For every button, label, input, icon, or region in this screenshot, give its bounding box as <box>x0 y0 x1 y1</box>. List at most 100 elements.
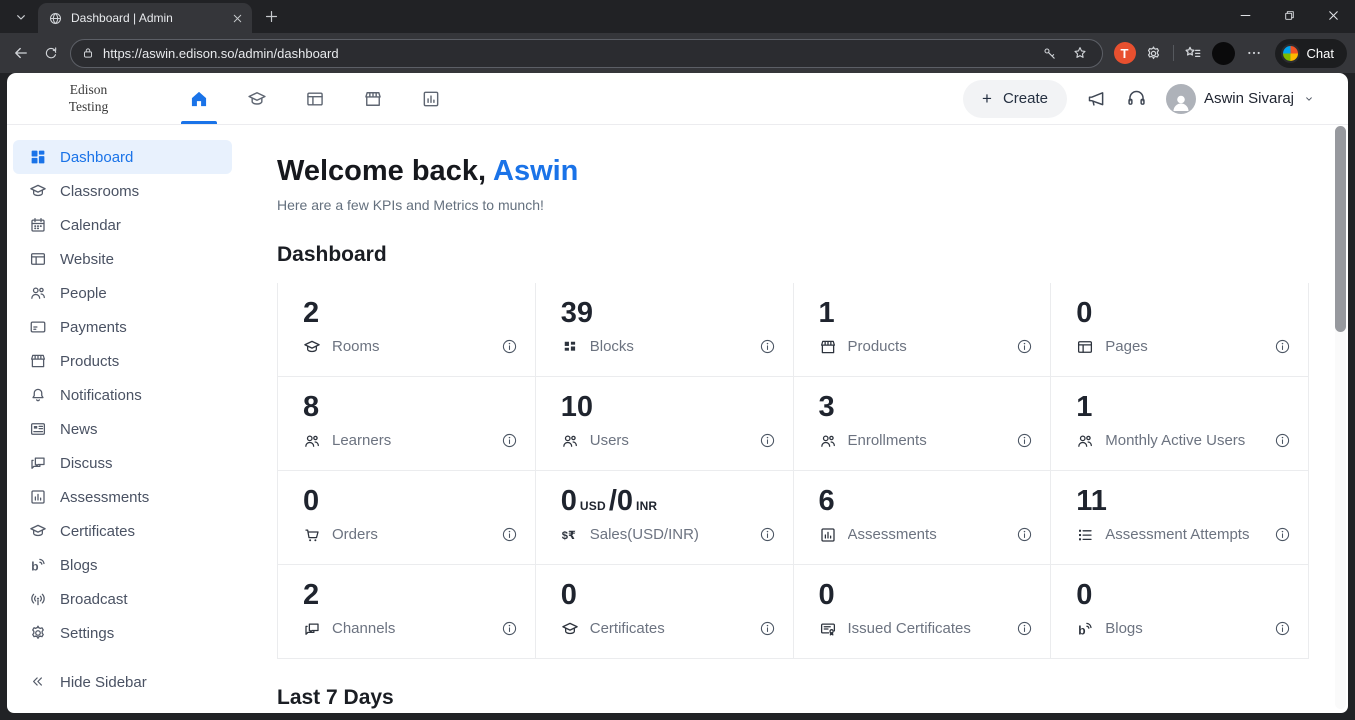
info-icon[interactable] <box>1016 338 1033 355</box>
storefront-icon <box>819 338 837 356</box>
scrollbar-thumb[interactable] <box>1335 126 1346 332</box>
logo-line-2: Testing <box>68 98 109 114</box>
kpi-value-number: 8 <box>303 391 320 423</box>
sidebar-item-website[interactable]: Website <box>13 242 232 276</box>
favorite-star-button[interactable] <box>1068 41 1092 65</box>
kpi-meta: Channels <box>303 620 518 638</box>
sidebar-item-classrooms[interactable]: Classrooms <box>13 174 232 208</box>
address-bar[interactable]: https://aswin.edison.so/admin/dashboard <box>70 38 1103 68</box>
kpi-card-sales-usd-inr: 0 USD / 0 INR $₹ Sales(USD/INR) <box>535 471 794 565</box>
sidebar-item-blogs[interactable]: b Blogs <box>13 548 232 582</box>
kpi-label: Blogs <box>1105 620 1143 638</box>
page-scrollbar[interactable] <box>1335 126 1346 709</box>
sidebar-item-broadcast[interactable]: Broadcast <box>13 582 232 616</box>
kpi-value-number: 0 <box>303 485 320 517</box>
favorites-bar-button[interactable] <box>1178 38 1208 68</box>
graduation-cap-icon <box>303 338 321 356</box>
key-icon <box>1042 46 1057 61</box>
graduation-cap-icon <box>29 182 47 200</box>
headset-icon[interactable] <box>1126 88 1147 109</box>
create-button[interactable]: + Create <box>963 79 1067 118</box>
info-icon[interactable] <box>1274 338 1291 355</box>
refresh-button[interactable] <box>36 38 66 68</box>
sidebar-item-calendar[interactable]: Calendar <box>13 208 232 242</box>
sidebar-item-discuss[interactable]: Discuss <box>13 446 232 480</box>
people-icon <box>303 432 321 450</box>
kpi-label: Orders <box>332 526 378 544</box>
kpi-meta: Users <box>561 432 776 450</box>
kpi-meta: Blocks <box>561 338 776 356</box>
kpi-card-monthly-active-users: 1 Monthly Active Users <box>1051 377 1309 471</box>
kpi-card-certificates: 0 Certificates <box>535 565 794 659</box>
blog-icon: b <box>1076 620 1094 638</box>
browser-profile-avatar[interactable] <box>1211 41 1235 65</box>
nav-store[interactable] <box>344 73 402 124</box>
info-icon[interactable] <box>1274 432 1291 449</box>
blocks-icon <box>561 338 579 356</box>
extension-t-button[interactable]: T <box>1113 42 1136 64</box>
tab-search-button[interactable] <box>6 2 36 32</box>
info-icon[interactable] <box>501 338 518 355</box>
hide-sidebar-button[interactable]: Hide Sidebar <box>13 665 232 699</box>
info-icon[interactable] <box>759 338 776 355</box>
nav-website[interactable] <box>286 73 344 124</box>
sidebar-item-dashboard[interactable]: Dashboard <box>13 140 232 174</box>
new-tab-button[interactable] <box>256 2 286 32</box>
close-button[interactable] <box>1311 0 1355 31</box>
kpi-value-number: 0 <box>1076 297 1093 329</box>
sidebar-item-assessments[interactable]: Assessments <box>13 480 232 514</box>
kpi-value-number: 11 <box>1076 485 1107 517</box>
kpi-card-assessments: 6 Assessments <box>793 471 1052 565</box>
extensions-button[interactable] <box>1139 38 1169 68</box>
info-icon[interactable] <box>1274 620 1291 637</box>
info-icon[interactable] <box>759 620 776 637</box>
window-controls <box>1223 0 1355 31</box>
people-icon <box>1076 432 1094 450</box>
kpi-label: Assessment Attempts <box>1105 526 1250 544</box>
info-icon[interactable] <box>759 526 776 543</box>
page-frame: Edison Testing + Create Aswin Sivaraj Da… <box>0 73 1355 720</box>
info-icon[interactable] <box>1274 526 1291 543</box>
browser-tab-active[interactable]: Dashboard | Admin <box>38 3 252 33</box>
nav-reports[interactable] <box>402 73 460 124</box>
info-icon[interactable] <box>759 432 776 449</box>
sidebar-item-products[interactable]: Products <box>13 344 232 378</box>
minimize-button[interactable] <box>1223 0 1267 31</box>
kpi-label: Products <box>847 338 907 356</box>
sidebar-item-notifications[interactable]: Notifications <box>13 378 232 412</box>
sidebar-item-payments[interactable]: Payments <box>13 310 232 344</box>
graduation-cap-icon <box>561 620 579 638</box>
sidebar-item-people[interactable]: People <box>13 276 232 310</box>
svg-text:b: b <box>1079 623 1086 637</box>
gear-icon <box>29 624 47 642</box>
password-key-button[interactable] <box>1038 41 1062 65</box>
info-icon[interactable] <box>1016 526 1033 543</box>
sidebar-item-news[interactable]: News <box>13 412 232 446</box>
megaphone-icon[interactable] <box>1086 88 1107 109</box>
chat-icon <box>29 454 47 472</box>
info-icon[interactable] <box>501 620 518 637</box>
sidebar-item-certificates[interactable]: Certificates <box>13 514 232 548</box>
info-icon[interactable] <box>1016 432 1033 449</box>
sidebar-item-settings[interactable]: Settings <box>13 616 232 650</box>
info-icon[interactable] <box>501 526 518 543</box>
copilot-chat-button[interactable]: Chat <box>1274 38 1347 68</box>
more-menu-button[interactable] <box>1239 38 1269 68</box>
maximize-button[interactable] <box>1267 0 1311 31</box>
url-text[interactable]: https://aswin.edison.so/admin/dashboard <box>103 46 1030 61</box>
info-icon[interactable] <box>1016 620 1033 637</box>
refresh-icon <box>43 45 59 61</box>
sidebar-item-label: Settings <box>60 624 115 642</box>
back-button[interactable] <box>6 38 36 68</box>
browser-window-icon <box>305 89 325 109</box>
nav-dashboard[interactable] <box>170 73 228 124</box>
user-menu[interactable]: Aswin Sivaraj <box>1165 83 1316 114</box>
tab-close-icon[interactable] <box>231 12 244 25</box>
site-logo[interactable]: Edison Testing <box>7 82 170 114</box>
create-button-label: Create <box>1002 90 1048 107</box>
home-icon <box>189 89 209 109</box>
cart-icon <box>303 526 321 544</box>
nav-classrooms[interactable] <box>228 73 286 124</box>
lock-icon[interactable] <box>81 46 95 60</box>
info-icon[interactable] <box>501 432 518 449</box>
